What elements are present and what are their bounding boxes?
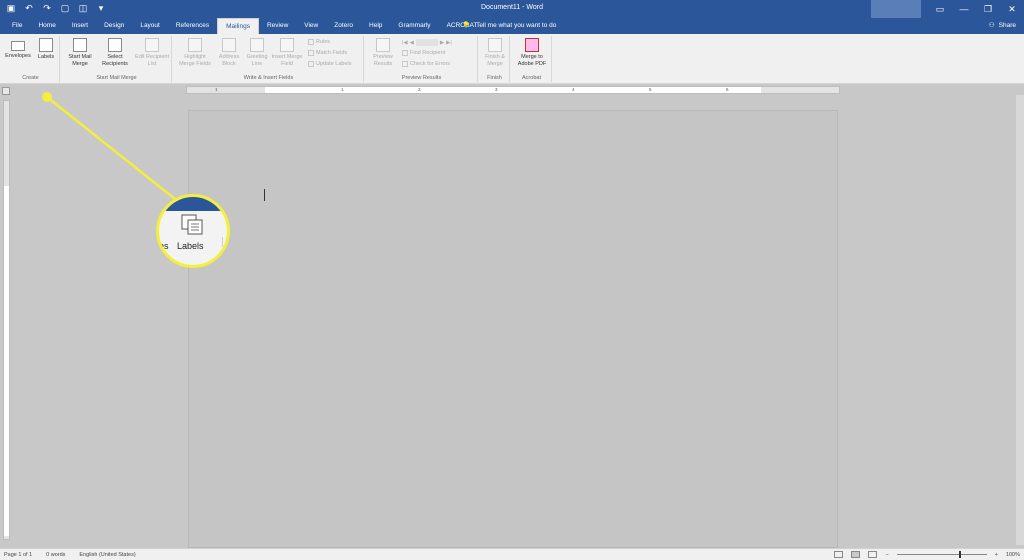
status-bar: Page 1 of 1 0 words English (United Stat…	[0, 548, 1024, 560]
callout-pointer	[42, 92, 52, 102]
zoom-slider[interactable]	[896, 551, 987, 558]
print-layout-icon[interactable]	[851, 551, 861, 558]
zoom-out-icon[interactable]: −	[885, 552, 888, 558]
zoom-envelopes-fragment: es	[159, 241, 169, 251]
web-layout-icon[interactable]	[868, 551, 878, 558]
language-status[interactable]: English (United States)	[79, 552, 135, 558]
labels-zoom-icon	[181, 214, 203, 235]
word-count[interactable]: 0 words	[46, 552, 65, 558]
callout-connector	[46, 96, 181, 204]
page-count[interactable]: Page 1 of 1	[4, 552, 32, 558]
zoom-level[interactable]: 100%	[1006, 552, 1020, 558]
zoom-ribbon-band	[159, 197, 227, 211]
labels-zoom-callout: es Labels	[156, 194, 230, 268]
zoom-separator	[222, 237, 223, 247]
zoom-in-icon[interactable]: +	[995, 552, 998, 558]
zoom-labels-text: Labels	[177, 241, 204, 251]
zoom-slider-thumb[interactable]	[958, 551, 961, 558]
read-mode-icon[interactable]	[834, 551, 844, 558]
